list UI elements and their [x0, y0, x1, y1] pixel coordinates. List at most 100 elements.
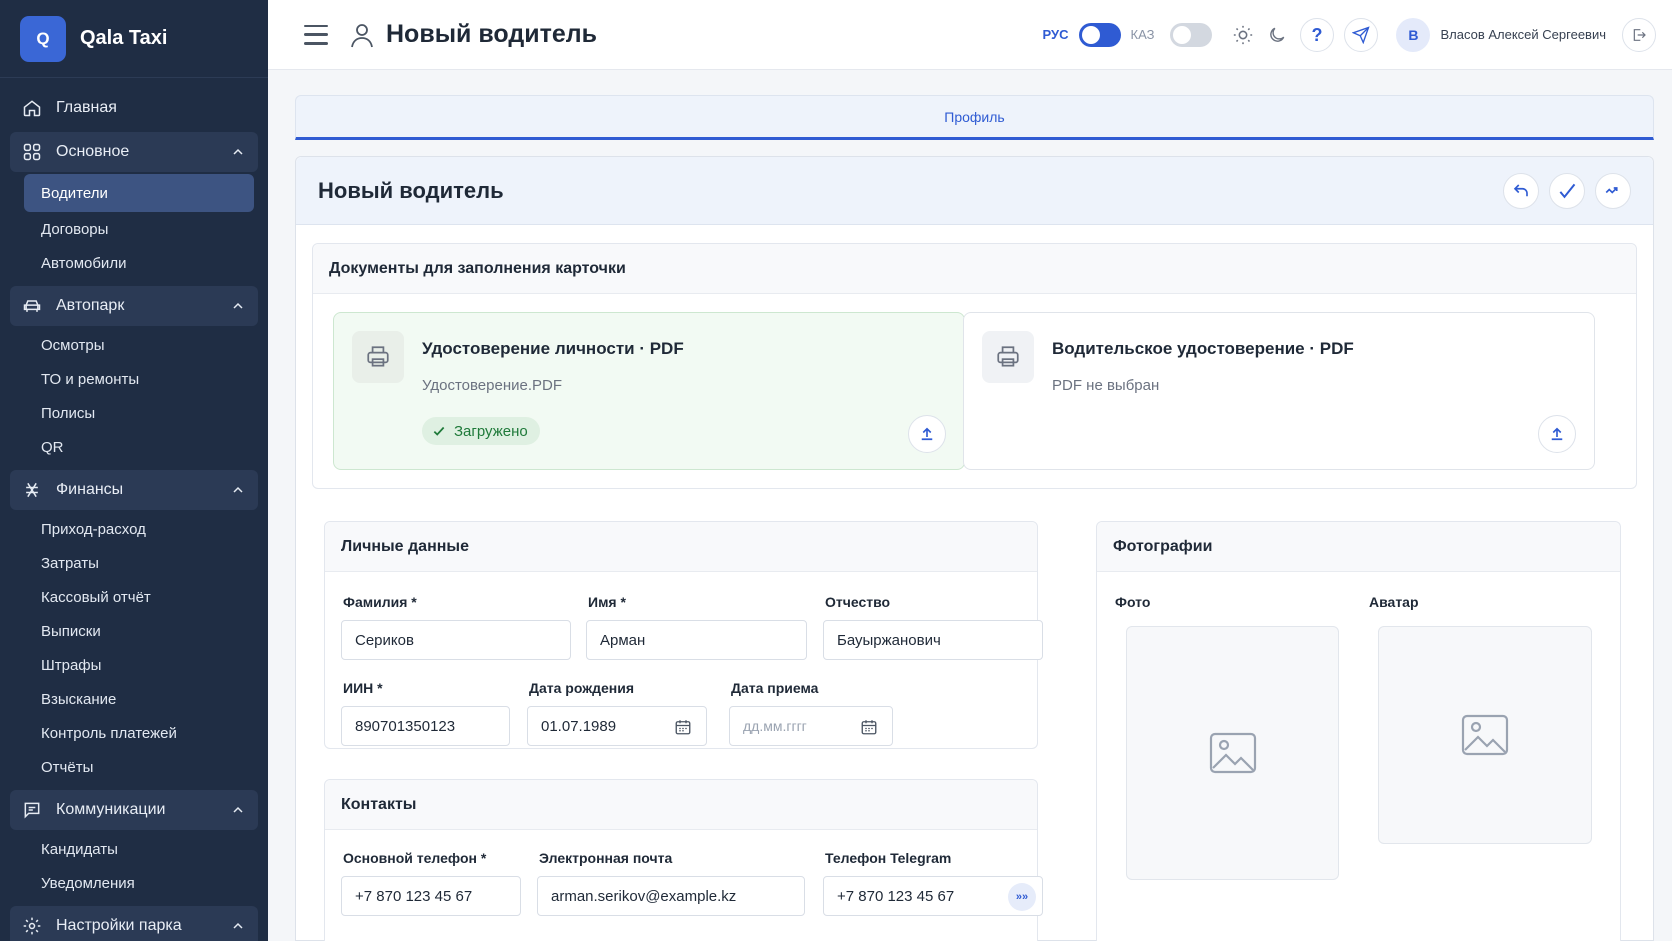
- phone-label: Основной телефон *: [343, 850, 487, 866]
- sidebar-item-payment-control[interactable]: Контроль платежей: [24, 716, 258, 750]
- sidebar-item-fines[interactable]: Штрафы: [24, 648, 258, 682]
- save-and-next-button[interactable]: [1595, 172, 1631, 209]
- brand[interactable]: Q Qala Taxi: [0, 0, 268, 78]
- documents-section: Документы для заполнения карточки Удосто…: [312, 243, 1637, 489]
- sidebar-item-collection[interactable]: Взыскание: [24, 682, 258, 716]
- first-name-label: Имя *: [588, 594, 626, 610]
- sun-icon[interactable]: [1230, 22, 1256, 48]
- sidebar-group-label: Автопарк: [56, 297, 125, 314]
- personal-data-section: Личные данные Фамилия * Сериков Имя * Ар…: [324, 521, 1043, 749]
- iin-field[interactable]: 890701350123: [341, 706, 510, 746]
- image-icon: [1461, 714, 1509, 756]
- home-icon: [22, 98, 42, 118]
- sidebar-nav: Главная Основное Водители Договоры Автом…: [0, 78, 268, 941]
- sidebar-item-cash-report[interactable]: Кассовый отчёт: [24, 580, 258, 614]
- sidebar-sublist-main: Водители Договоры Автомобили: [10, 172, 258, 282]
- sidebar-group-finance[interactable]: Финансы: [10, 470, 258, 510]
- card-header: Новый водитель: [296, 157, 1653, 225]
- photo-upload-area[interactable]: [1126, 626, 1339, 880]
- sidebar-item-drivers[interactable]: Водители: [24, 174, 254, 212]
- sidebar-group-label: Коммуникации: [56, 801, 166, 818]
- sidebar-item-notifications[interactable]: Уведомления: [24, 866, 258, 900]
- gear-icon: [22, 916, 42, 936]
- card-title: Новый водитель: [318, 177, 504, 203]
- user-name[interactable]: Власов Алексей Сергеевич: [1440, 27, 1606, 42]
- hire-date-field[interactable]: дд.мм.гггг: [729, 706, 893, 746]
- logout-button[interactable]: [1622, 17, 1656, 52]
- sidebar-item-candidates[interactable]: Кандидаты: [24, 832, 258, 866]
- check-icon: [433, 426, 445, 436]
- sidebar-group-fleet[interactable]: Автопарк: [10, 286, 258, 326]
- calendar-icon[interactable]: [860, 718, 878, 736]
- document-file-name: PDF не выбран: [1052, 377, 1160, 394]
- avatar[interactable]: В: [1396, 17, 1431, 52]
- first-name-field[interactable]: Арман: [586, 620, 807, 660]
- telegram-field[interactable]: +7 870 123 45 67 »»: [823, 876, 1043, 916]
- lang-ru-label[interactable]: РУС: [1043, 27, 1069, 42]
- sidebar-item-home[interactable]: Главная: [10, 88, 258, 128]
- upload-button[interactable]: [908, 415, 946, 453]
- document-title: Удостоверение личности · PDF: [422, 339, 684, 358]
- topbar: Новый водитель РУС КАЗ ? В Власов Алексе…: [268, 0, 1672, 70]
- sidebar-item-income-expense[interactable]: Приход-расход: [24, 512, 258, 546]
- card-actions: [1503, 172, 1631, 209]
- middle-name-field[interactable]: Бауыржанович: [823, 620, 1043, 660]
- back-button[interactable]: [1503, 172, 1539, 209]
- sidebar-sublist-communications: Кандидаты Уведомления: [10, 830, 258, 902]
- menu-icon[interactable]: [304, 24, 328, 45]
- page-title: Новый водитель: [386, 20, 597, 48]
- theme-toggle[interactable]: [1170, 22, 1213, 47]
- document-file-name: Удостоверение.PDF: [422, 377, 562, 394]
- chat-icon: [22, 800, 42, 820]
- chevron-up-icon: [230, 298, 246, 314]
- moon-icon[interactable]: [1264, 22, 1290, 48]
- document-driver-license[interactable]: Водительское удостоверение · PDF PDF не …: [963, 312, 1595, 470]
- email-field[interactable]: arman.serikov@example.kz: [537, 876, 805, 916]
- language-toggle[interactable]: [1078, 22, 1121, 47]
- sidebar-group-main[interactable]: Основное: [10, 132, 258, 172]
- sidebar-item-policies[interactable]: Полисы: [24, 396, 258, 430]
- sidebar-item-inspections[interactable]: Осмотры: [24, 328, 258, 362]
- avatar-upload-area[interactable]: [1378, 626, 1592, 844]
- iin-label: ИИН *: [343, 680, 383, 696]
- sidebar-item-reports[interactable]: Отчёты: [24, 750, 258, 784]
- brand-name: Qala Taxi: [80, 27, 168, 49]
- document-id-card[interactable]: Удостоверение личности · PDF Удостоверен…: [333, 312, 965, 470]
- image-icon: [1209, 732, 1256, 774]
- sidebar-item-maintenance[interactable]: ТО и ремонты: [24, 362, 258, 396]
- upload-button[interactable]: [1538, 415, 1576, 453]
- phone-field[interactable]: +7 870 123 45 67: [341, 876, 521, 916]
- sidebar-item-contracts[interactable]: Договоры: [24, 212, 258, 246]
- sidebar-sublist-finance: Приход-расход Затраты Кассовый отчёт Вып…: [10, 510, 258, 786]
- photos-section: Фотографии Фото Аватар: [1096, 521, 1621, 941]
- sidebar-item-costs[interactable]: Затраты: [24, 546, 258, 580]
- birth-date-label: Дата рождения: [529, 680, 635, 696]
- status-badge: Загружено: [422, 417, 540, 445]
- help-button[interactable]: ?: [1300, 17, 1335, 52]
- contacts-title: Контакты: [325, 780, 1037, 830]
- save-button[interactable]: [1549, 172, 1585, 209]
- sidebar-group-label: Финансы: [56, 481, 124, 498]
- chevron-up-icon: [230, 918, 246, 934]
- telegram-value: +7 870 123 45 67: [837, 887, 955, 905]
- tab-profile[interactable]: Профиль: [944, 109, 1004, 125]
- telegram-copy-button[interactable]: »»: [1008, 883, 1036, 911]
- documents-title: Документы для заполнения карточки: [313, 244, 1636, 294]
- avatar-label: Аватар: [1369, 594, 1419, 610]
- birth-date-field[interactable]: 01.07.1989: [527, 706, 707, 746]
- sidebar-group-settings[interactable]: Настройки парка: [10, 906, 258, 941]
- sidebar-item-qr[interactable]: QR: [24, 430, 258, 464]
- sidebar-group-label: Основное: [56, 143, 130, 160]
- telegram-button[interactable]: [1344, 17, 1379, 52]
- upload-icon: [1551, 427, 1563, 441]
- sidebar-item-cars[interactable]: Автомобили: [24, 246, 258, 280]
- finance-icon: [22, 480, 42, 500]
- last-name-field[interactable]: Сериков: [341, 620, 571, 660]
- sidebar-item-statements[interactable]: Выписки: [24, 614, 258, 648]
- calendar-icon[interactable]: [674, 718, 692, 736]
- lang-kz-label[interactable]: КАЗ: [1131, 27, 1155, 42]
- svg-text:?: ?: [1312, 26, 1323, 44]
- sidebar-group-communications[interactable]: Коммуникации: [10, 790, 258, 830]
- sidebar-item-label: Главная: [56, 99, 117, 116]
- personal-data-title: Личные данные: [325, 522, 1037, 572]
